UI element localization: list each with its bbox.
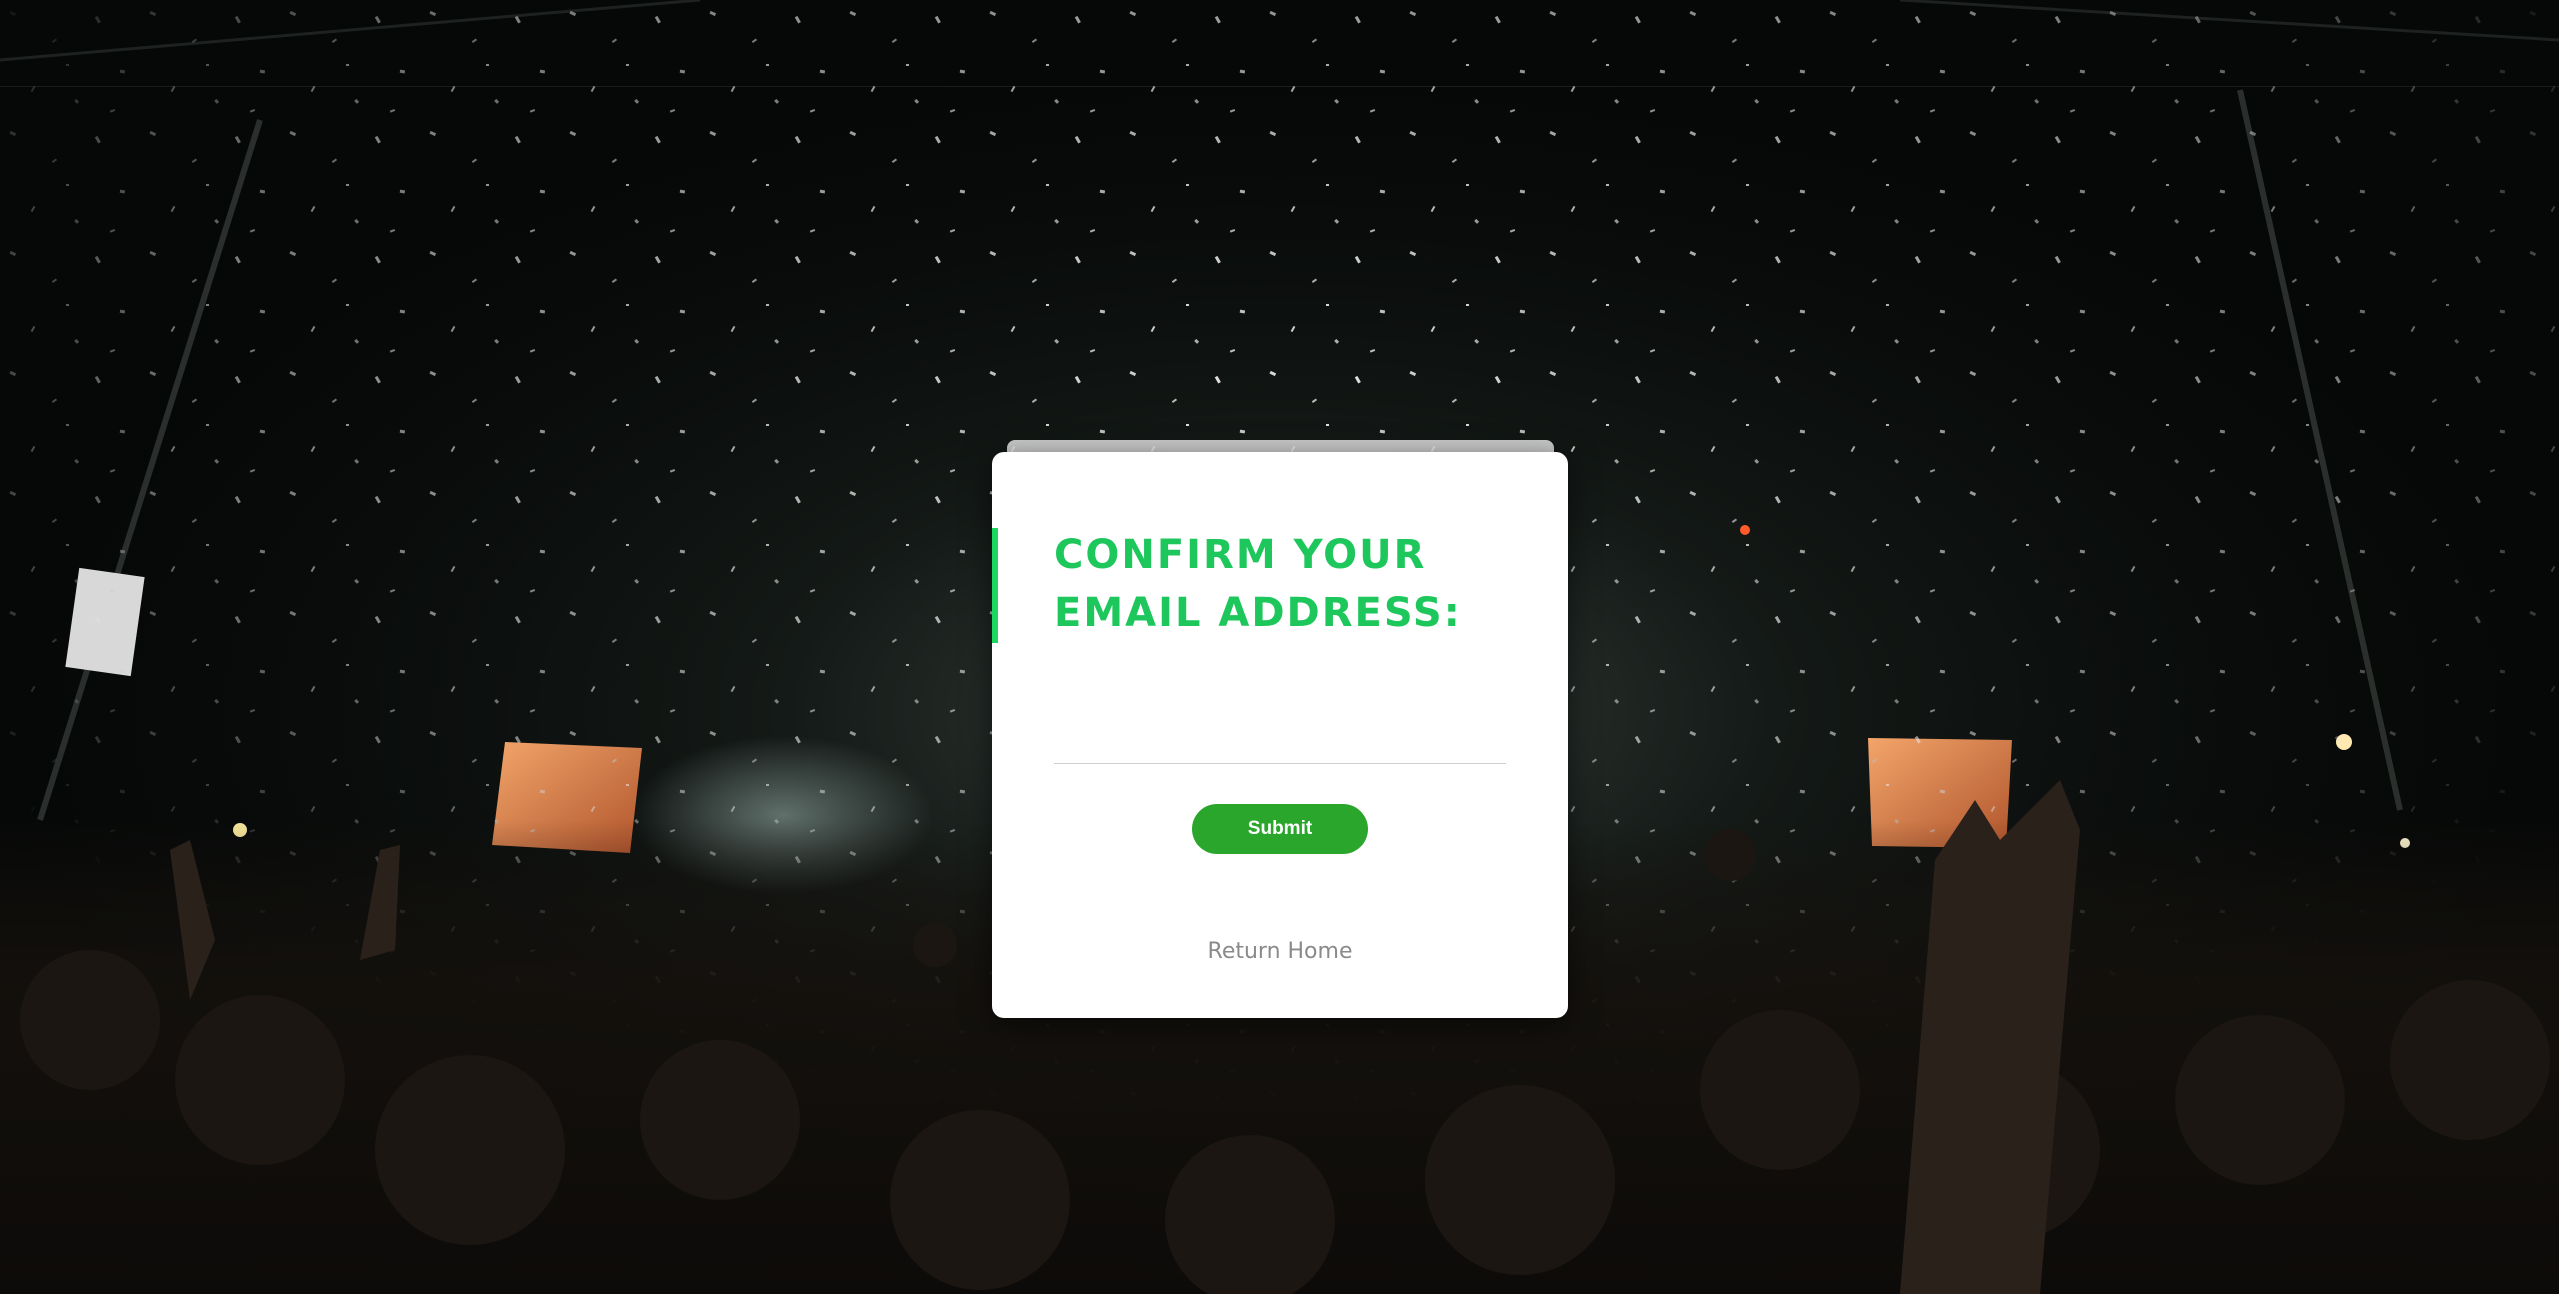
title-accent-bar xyxy=(992,528,998,643)
top-divider xyxy=(0,86,2559,87)
page: CONFIRM YOUR EMAIL ADDRESS: Submit Retur… xyxy=(0,0,2559,1294)
dialog-title: CONFIRM YOUR EMAIL ADDRESS: xyxy=(1054,532,1462,636)
return-home-link[interactable]: Return Home xyxy=(992,939,1568,964)
confirm-email-dialog: CONFIRM YOUR EMAIL ADDRESS: Submit Retur… xyxy=(992,452,1568,1018)
submit-button[interactable]: Submit xyxy=(1192,804,1368,854)
email-input[interactable] xyxy=(1054,702,1506,764)
